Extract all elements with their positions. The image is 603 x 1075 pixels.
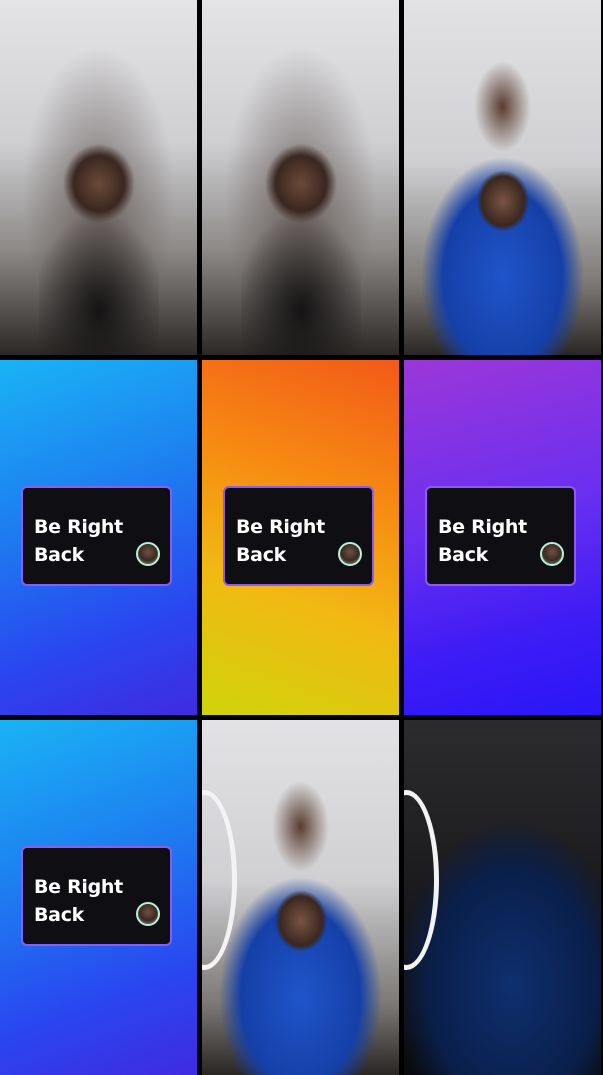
be-right-back-card: Be Right Back (425, 486, 576, 586)
be-right-back-text: Be Right Back (438, 516, 527, 566)
be-right-back-text: Be Right Back (236, 516, 325, 566)
participant-video-1[interactable] (0, 0, 197, 355)
participant-video-3[interactable] (404, 0, 601, 355)
avatar (136, 542, 160, 566)
participant-video-5[interactable] (404, 720, 601, 1075)
be-right-back-tile-2[interactable]: Be Right Back (202, 360, 399, 715)
be-right-back-card: Be Right Back (21, 846, 172, 946)
video-grid: Be Right Back Be Right Back Be Right Bac… (0, 0, 603, 1075)
be-right-back-text: Be Right Back (34, 516, 123, 566)
participant-figure (240, 855, 361, 1075)
participant-video-2[interactable] (202, 0, 399, 355)
participant-figure (442, 135, 563, 355)
participant-figure (240, 135, 361, 355)
participant-figure (38, 135, 159, 355)
be-right-back-tile-4[interactable]: Be Right Back (0, 720, 197, 1075)
ring-light (404, 790, 439, 970)
avatar (338, 542, 362, 566)
ring-light (202, 790, 237, 970)
be-right-back-card: Be Right Back (21, 486, 172, 586)
avatar (136, 902, 160, 926)
be-right-back-tile-1[interactable]: Be Right Back (0, 360, 197, 715)
be-right-back-text: Be Right Back (34, 876, 123, 926)
participant-figure (443, 855, 563, 1075)
participant-video-4[interactable] (202, 720, 399, 1075)
avatar (540, 542, 564, 566)
be-right-back-tile-3[interactable]: Be Right Back (404, 360, 601, 715)
be-right-back-card: Be Right Back (223, 486, 374, 586)
